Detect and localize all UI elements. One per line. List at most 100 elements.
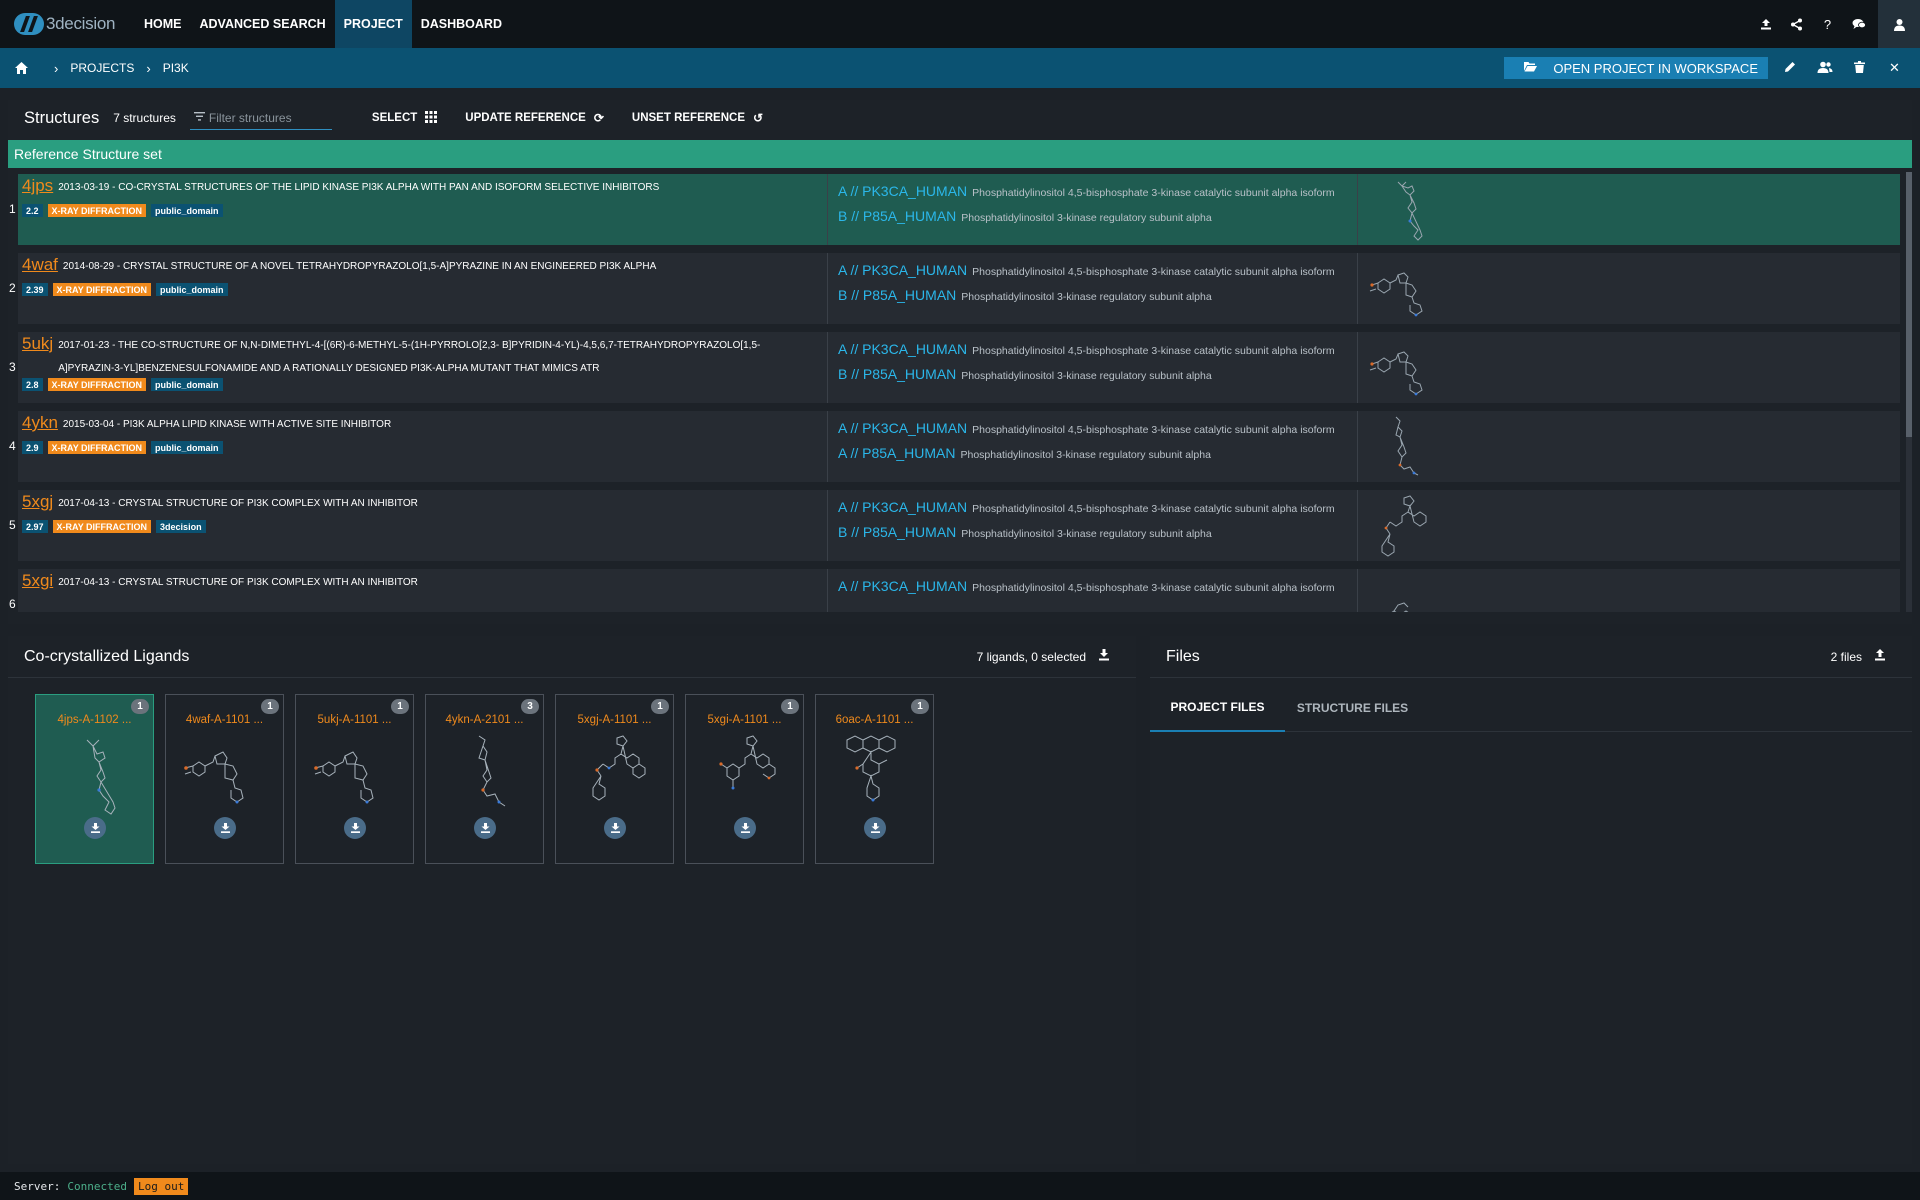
structure-info: 5xgj 2017-04-13 - CRYSTAL STRUCTURE OF P… (18, 490, 828, 561)
update-reference-button[interactable]: UPDATE REFERENCE ⟳ (465, 111, 604, 125)
structures-scrollbar[interactable] (1906, 172, 1912, 612)
ligand-card[interactable]: 1 5ukj-A-1101 ... (295, 694, 414, 864)
open-in-workspace-button[interactable]: OPEN PROJECT IN WORKSPACE (1504, 57, 1768, 79)
chain-list: A // PK3CA_HUMAN Phosphatidylinositol 4,… (830, 490, 1358, 561)
ligand-structure-image (846, 735, 896, 802)
chain-id-link[interactable]: B // P85A_HUMAN (838, 208, 956, 224)
home-icon[interactable] (0, 61, 42, 75)
structure-title-line: 4waf 2014-08-29 - CRYSTAL STRUCTURE OF A… (22, 255, 827, 278)
tab-project-files[interactable]: PROJECT FILES (1150, 684, 1285, 732)
ligand-card[interactable]: 3 4ykn-A-2101 ... (425, 694, 544, 864)
chain-item: A // PK3CA_HUMAN Phosphatidylinositol 4,… (838, 183, 1357, 208)
download-ligand-icon[interactable] (84, 817, 106, 839)
ligand-card[interactable]: 1 5xgj-A-1101 ... (555, 694, 674, 864)
unset-reference-button[interactable]: UNSET REFERENCE ↺ (632, 111, 763, 125)
tab-structure-files[interactable]: STRUCTURE FILES (1285, 684, 1420, 732)
share-icon[interactable] (1781, 0, 1812, 48)
chat-icon[interactable] (1843, 0, 1874, 48)
ligand-card[interactable]: 1 5xgi-A-1101 ... (685, 694, 804, 864)
ligand-card[interactable]: 1 4waf-A-1101 ... (165, 694, 284, 864)
nav-advanced-search[interactable]: ADVANCED SEARCH (191, 0, 335, 48)
pdb-code-link[interactable]: 5ukj (22, 334, 53, 354)
upload-icon[interactable] (1750, 0, 1781, 48)
ligand-card[interactable]: 1 6oac-A-1101 ... (815, 694, 934, 864)
structures-toolbar: Structures 7 structures SELECT UPDATE RE… (8, 100, 1912, 136)
ligand-structure-thumbnail (1369, 351, 1423, 396)
download-ligand-icon[interactable] (734, 817, 756, 839)
users-icon[interactable] (1807, 61, 1842, 76)
logout-button[interactable]: Log out (133, 1177, 189, 1195)
undo-icon: ↺ (753, 111, 764, 125)
refresh-icon: ⟳ (593, 111, 604, 125)
structures-title: Structures (24, 108, 100, 127)
chain-item: A // PK3CA_HUMAN Phosphatidylinositol 4,… (838, 262, 1357, 287)
close-icon[interactable]: ✕ (1877, 60, 1912, 76)
structure-row[interactable]: 1 4jps 2013-03-19 - CO-CRYSTAL STRUCTURE… (8, 172, 1904, 247)
ligand-structure-image (478, 735, 506, 807)
structure-title: 2017-04-13 - CRYSTAL STRUCTURE OF PI3K C… (58, 498, 418, 509)
structure-row[interactable]: 3 5ukj 2017-01-23 - THE CO-STRUCTURE OF … (8, 330, 1904, 405)
user-icon[interactable] (1878, 0, 1920, 48)
ligand-structure-image (592, 735, 646, 801)
filter-structures-input[interactable] (208, 110, 329, 125)
ligand-card[interactable]: 1 4jps-A-1102 ... (35, 694, 154, 864)
chain-description: Phosphatidylinositol 4,5-bisphosphate 3-… (972, 187, 1335, 199)
chain-id-link[interactable]: A // PK3CA_HUMAN (838, 262, 967, 278)
pdb-code-link[interactable]: 5xgj (22, 492, 53, 512)
resolution-badge: 2.97 (22, 520, 48, 533)
breadcrumb-current-project: PI3K (162, 61, 189, 75)
upload-file-icon[interactable] (1874, 649, 1886, 664)
ligand-label: 4ykn-A-2101 ... (445, 714, 524, 726)
app-logo[interactable]: 3decision (0, 0, 135, 48)
nav-home[interactable]: HOME (135, 0, 191, 48)
structures-panel: Structures 7 structures SELECT UPDATE RE… (8, 100, 1912, 624)
select-button[interactable]: SELECT (372, 110, 438, 126)
structure-row[interactable]: 2 4waf 2014-08-29 - CRYSTAL STRUCTURE OF… (8, 251, 1904, 326)
structure-title-line: 5xgj 2017-04-13 - CRYSTAL STRUCTURE OF P… (22, 492, 827, 515)
breadcrumb-projects[interactable]: PROJECTS (70, 61, 134, 75)
chain-id-link[interactable]: A // P85A_HUMAN (838, 445, 956, 461)
chain-item: B // P85A_HUMAN Phosphatidylinositol 3-k… (838, 208, 1357, 233)
edit-icon[interactable] (1772, 61, 1807, 76)
download-ligand-icon[interactable] (214, 817, 236, 839)
pdb-code-link[interactable]: 4jps (22, 176, 53, 196)
structure-title: 2013-03-19 - CO-CRYSTAL STRUCTURES OF TH… (58, 182, 660, 193)
download-ligand-icon[interactable] (604, 817, 626, 839)
download-all-icon[interactable] (1098, 649, 1110, 664)
files-tabs: PROJECT FILES STRUCTURE FILES (1150, 684, 1912, 732)
chain-list: A // PK3CA_HUMAN Phosphatidylinositol 4,… (830, 253, 1358, 324)
row-number: 6 (9, 597, 16, 611)
chain-id-link[interactable]: A // PK3CA_HUMAN (838, 183, 967, 199)
nav-project[interactable]: PROJECT (334, 0, 412, 48)
ligand-structure-thumbnail (1397, 181, 1423, 241)
chain-id-link[interactable]: B // P85A_HUMAN (838, 287, 956, 303)
help-icon[interactable]: ? (1812, 0, 1843, 48)
chain-id-link[interactable]: A // PK3CA_HUMAN (838, 341, 967, 357)
structure-row[interactable]: 4 4ykn 2015-03-04 - PI3K ALPHA LIPID KIN… (8, 409, 1904, 484)
trash-icon[interactable] (1842, 60, 1877, 76)
chain-item: A // PK3CA_HUMAN Phosphatidylinositol 4,… (838, 341, 1357, 366)
structures-count: 7 structures (113, 111, 176, 125)
scrollbar-thumb[interactable] (1906, 172, 1912, 437)
pdb-code-link[interactable]: 4ykn (22, 413, 58, 433)
download-ligand-icon[interactable] (474, 817, 496, 839)
download-ligand-icon[interactable] (864, 817, 886, 839)
pdb-code-link[interactable]: 5xgi (22, 571, 53, 591)
chain-id-link[interactable]: A // PK3CA_HUMAN (838, 578, 967, 594)
nav-dashboard[interactable]: DASHBOARD (412, 0, 511, 48)
structure-row[interactable]: 6 5xgi 2017-04-13 - CRYSTAL STRUCTURE OF… (8, 567, 1904, 612)
structure-tags: 2.2 X-RAY DIFFRACTION public_domain (22, 204, 827, 217)
pdb-code-link[interactable]: 4waf (22, 255, 58, 275)
structure-row-body: 5xgj 2017-04-13 - CRYSTAL STRUCTURE OF P… (18, 490, 1900, 561)
nav-actions: ? (1750, 0, 1920, 48)
download-ligand-icon[interactable] (344, 817, 366, 839)
chain-id-link[interactable]: B // P85A_HUMAN (838, 366, 956, 382)
chain-id-link[interactable]: A // PK3CA_HUMAN (838, 499, 967, 515)
ligand-structure-thumbnail (1395, 416, 1419, 476)
chain-id-link[interactable]: A // PK3CA_HUMAN (838, 420, 967, 436)
resolution-badge: 2.2 (22, 204, 43, 217)
structure-row[interactable]: 5 5xgj 2017-04-13 - CRYSTAL STRUCTURE OF… (8, 488, 1904, 563)
chain-item: B // P85A_HUMAN Phosphatidylinositol 3-k… (838, 524, 1357, 549)
chain-id-link[interactable]: B // P85A_HUMAN (838, 524, 956, 540)
folder-open-icon (1524, 61, 1538, 75)
